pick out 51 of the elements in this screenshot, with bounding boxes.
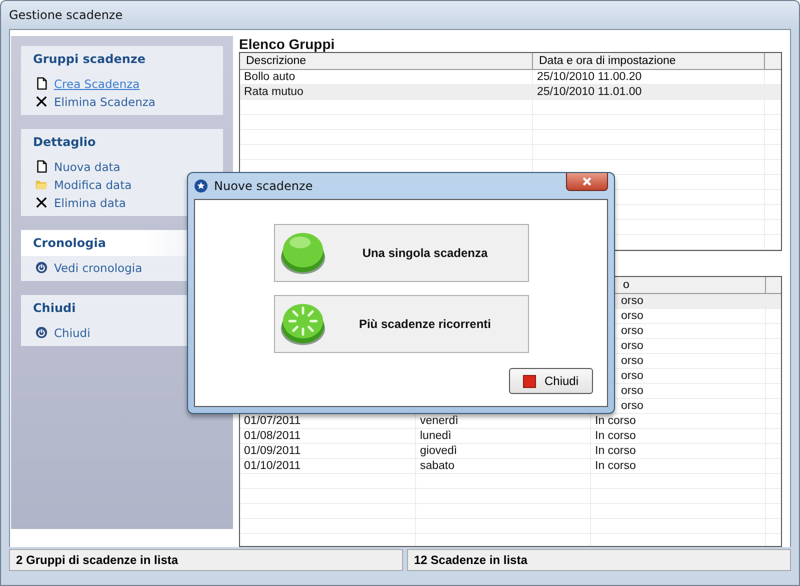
option-button[interactable]: Più scadenze ricorrenti xyxy=(274,295,528,353)
close-button[interactable]: Chiudi xyxy=(509,368,593,394)
table-cell: 25/10/2010 11.01.00 xyxy=(533,85,765,99)
table-cell: 01/08/2011 xyxy=(240,429,416,444)
app-icon xyxy=(194,179,208,193)
table-cell: In corso xyxy=(591,444,766,458)
table-cell: 01/09/2011 xyxy=(240,444,416,458)
power-icon xyxy=(35,261,48,274)
page-icon xyxy=(35,160,48,173)
sidebar-link[interactable]: Modifica data xyxy=(54,178,132,192)
sidebar-link[interactable]: Vedi cronologia xyxy=(54,260,142,274)
table-cell-text: orso xyxy=(620,355,644,368)
table-cell: 25/10/2010 11.00.20 xyxy=(533,70,765,84)
table-cell: giovedì xyxy=(416,444,591,458)
table-cell: 01/10/2011 xyxy=(240,459,416,474)
column-header[interactable]: Data e ora di impostazione xyxy=(533,53,765,69)
close-button[interactable] xyxy=(566,173,608,191)
table-cell: In corso xyxy=(591,459,766,474)
table-cell-text: orso xyxy=(620,400,644,412)
list-title: Elenco Gruppi xyxy=(239,36,336,52)
page-icon xyxy=(35,77,48,90)
sidebar-link[interactable]: Elimina data xyxy=(54,196,126,210)
column-header: o xyxy=(622,279,630,292)
sidebar-link[interactable]: Nuova data xyxy=(54,160,120,174)
section-title[interactable]: Dettaglio xyxy=(21,129,223,155)
section-title[interactable]: Gruppi scadenze xyxy=(21,46,223,72)
table-cell-text: orso xyxy=(620,295,644,308)
dialog-title: Nuove scadenze xyxy=(214,179,313,193)
table-cell: Rata mutuo xyxy=(240,85,533,99)
close-icon xyxy=(581,177,593,186)
table-cell: Bollo auto xyxy=(240,70,533,84)
delete-icon xyxy=(35,196,48,209)
status-text: 2 Gruppi di scadenze in lista xyxy=(9,549,403,571)
option-button[interactable]: Una singola scadenza xyxy=(274,224,528,282)
table-cell: In corso xyxy=(591,429,766,444)
table-cell-text: orso xyxy=(620,310,644,322)
status-text: 12 Scadenze in lista xyxy=(407,549,791,571)
table-cell-text: orso xyxy=(620,370,644,382)
sidebar-link[interactable]: Elimina Scadenza xyxy=(54,94,156,108)
table-cell-text: orso xyxy=(620,340,644,352)
folder-icon xyxy=(35,178,48,191)
table-cell: lunedì xyxy=(416,429,591,444)
table-cell-text: orso xyxy=(620,325,644,338)
table-cell-text: orso xyxy=(620,385,644,398)
power-icon xyxy=(35,326,48,339)
column-header[interactable]: Descrizione xyxy=(240,53,533,69)
table-cell: sabato xyxy=(416,459,591,474)
sidebar-link[interactable]: Crea Scadenza xyxy=(54,76,140,90)
delete-icon xyxy=(35,95,48,108)
window-title: Gestione scadenze xyxy=(9,8,123,22)
sidebar-link[interactable]: Chiudi xyxy=(54,326,90,340)
